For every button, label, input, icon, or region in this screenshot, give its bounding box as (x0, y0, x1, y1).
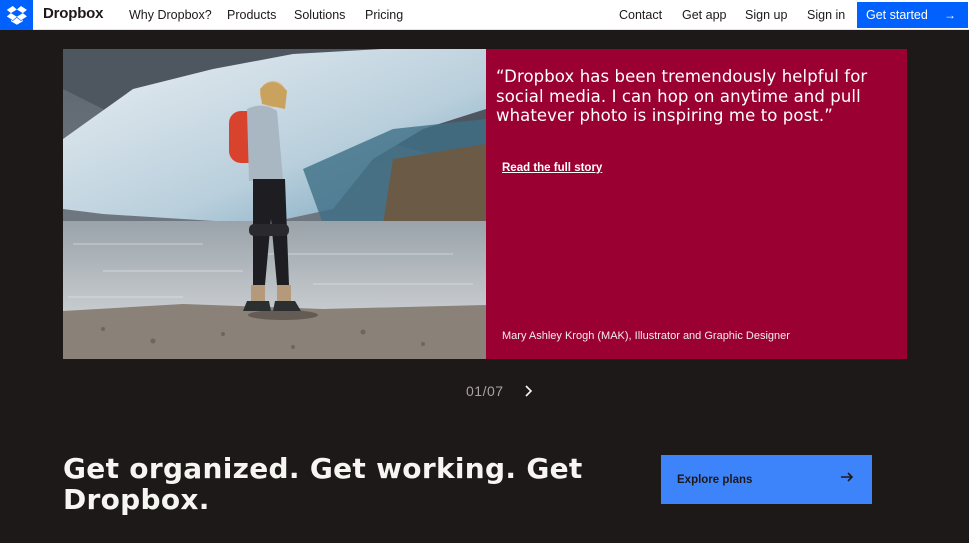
carousel-page-indicator: 01/07 (466, 383, 504, 399)
nav-link-products[interactable]: Products (227, 8, 276, 22)
nav-link-get-app[interactable]: Get app (682, 8, 726, 22)
testimonial-attribution: Mary Ashley Krogh (MAK), Illustrator and… (502, 330, 790, 342)
nav-link-why-dropbox[interactable]: Why Dropbox? (129, 8, 212, 22)
nav-link-contact[interactable]: Contact (619, 8, 662, 22)
chevron-right-icon[interactable] (520, 382, 536, 400)
get-started-label: Get started (866, 8, 928, 22)
explore-plans-label: Explore plans (677, 473, 753, 486)
read-full-story-link[interactable]: Read the full story (502, 162, 602, 174)
arrow-right-icon (840, 470, 854, 487)
nav-link-sign-up[interactable]: Sign up (745, 8, 787, 22)
cta-headline: Get organized. Get working. Get Dropbox. (63, 452, 583, 516)
get-started-button[interactable]: Get started → (857, 2, 968, 28)
top-navigation-bar: Dropbox Why Dropbox? Products Solutions … (0, 0, 969, 30)
dropbox-logo-icon[interactable] (0, 0, 33, 30)
nav-link-sign-in[interactable]: Sign in (807, 8, 845, 22)
nav-link-pricing[interactable]: Pricing (365, 8, 403, 22)
testimonial-photo (63, 49, 486, 359)
brand-name[interactable]: Dropbox (43, 5, 103, 22)
nav-link-solutions[interactable]: Solutions (294, 8, 345, 22)
arrow-right-icon: → (944, 8, 956, 22)
explore-plans-button[interactable]: Explore plans (661, 455, 872, 504)
testimonial-quote-panel: “Dropbox has been tremendously helpful f… (486, 49, 907, 359)
testimonial-quote: “Dropbox has been tremendously helpful f… (496, 67, 868, 125)
